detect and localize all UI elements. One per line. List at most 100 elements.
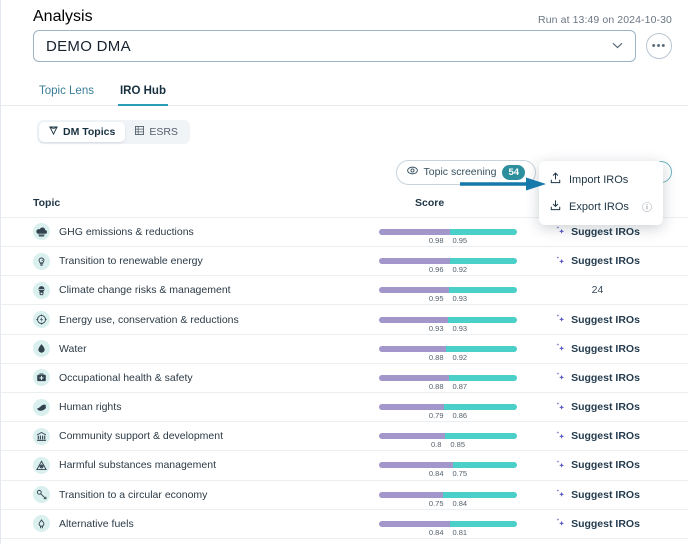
- action-cell: Suggest IROs: [523, 401, 672, 414]
- topic-name: Energy use, conservation & reductions: [59, 313, 239, 326]
- table-row[interactable]: Alternative fuels 0.84 0.81 Suggest IROs: [1, 508, 688, 538]
- score-bar-track: [379, 491, 517, 498]
- impact-score-value: 0.88: [428, 352, 444, 362]
- suggest-iros-button[interactable]: Suggest IROs: [555, 225, 640, 238]
- segment-esrs[interactable]: ESRS: [125, 122, 188, 142]
- score-values: 0.93 0.93: [373, 324, 523, 333]
- action-cell: Suggest IROs: [523, 488, 672, 501]
- upload-icon: [550, 172, 561, 187]
- score-bar-track: [379, 520, 517, 527]
- eye-icon: [406, 166, 418, 178]
- impact-score-value: 0.98: [428, 235, 444, 245]
- suggest-iros-label: Suggest IROs: [571, 225, 640, 238]
- topic-name: Transition to renewable energy: [59, 255, 203, 268]
- menu-item-import-iros[interactable]: Import IROs: [539, 166, 663, 193]
- impact-score-bar: [379, 374, 449, 381]
- impact-score-bar: [379, 228, 450, 235]
- suggest-iros-button[interactable]: Suggest IROs: [555, 430, 640, 443]
- topic-table-body: GHG emissions & reductions 0.98 0.95 Sugges…: [1, 216, 688, 544]
- table-row[interactable]: Climate change risks & management 0.95 0.9…: [1, 275, 688, 304]
- table-row[interactable]: Harmful substances management 0.84 0.75 Sug…: [1, 450, 688, 479]
- suggest-iros-button[interactable]: Suggest IROs: [555, 488, 640, 501]
- impact-score-bar: [379, 258, 451, 265]
- score-bar-track: [379, 228, 517, 235]
- suggest-iros-button[interactable]: Suggest IROs: [555, 371, 640, 384]
- score-cell: 0.88 0.87: [373, 374, 523, 391]
- menu-item-export-iros[interactable]: Export IROs ⓘ: [539, 193, 663, 220]
- topic-name: Transition to a circular economy: [59, 488, 208, 501]
- score-cell: 0.96 0.92: [373, 258, 523, 274]
- financial-score-value: 0.87: [452, 381, 468, 391]
- table-row[interactable]: Human rights 0.79 0.86 Suggest IROs: [1, 392, 688, 421]
- score-values: 0.75 0.84: [373, 499, 523, 508]
- action-cell: Suggest IROs: [523, 255, 672, 268]
- suggest-iros-button[interactable]: Suggest IROs: [555, 517, 640, 530]
- score-values: 0.96 0.92: [373, 265, 523, 274]
- iro-count[interactable]: 24: [592, 284, 604, 296]
- action-cell: Suggest IROs: [523, 459, 672, 472]
- financial-score-bar: [448, 374, 517, 381]
- impact-score-value: 0.93: [428, 323, 444, 333]
- suggest-iros-label: Suggest IROs: [571, 313, 640, 326]
- topic-name: Water: [59, 342, 87, 355]
- diamond-icon: [49, 126, 58, 138]
- view-segmented-control: DM Topics ESRS: [37, 120, 190, 144]
- score-cell: 0.88 0.92: [373, 345, 523, 362]
- suggest-iros-button[interactable]: Suggest IROs: [555, 459, 640, 472]
- more-options-button[interactable]: •••: [646, 33, 672, 59]
- table-row[interactable]: Energy use, conservation & reductions 0.9…: [1, 304, 688, 333]
- action-cell: Suggest IROs: [523, 313, 672, 326]
- financial-score-value: 0.95: [452, 235, 468, 245]
- info-icon[interactable]: ⓘ: [642, 199, 652, 214]
- table-row[interactable]: Fair & inclusive workplace0.80.83Suggest…: [1, 537, 688, 544]
- topic-cell: Transition to a circular economy: [33, 486, 373, 504]
- action-cell: Suggest IROs: [523, 371, 672, 384]
- suggest-iros-button[interactable]: Suggest IROs: [555, 401, 640, 414]
- suggest-iros-button[interactable]: Suggest IROs: [555, 313, 640, 326]
- table-row[interactable]: Transition to renewable energy 0.96 0.92 Su…: [1, 246, 688, 275]
- topic-cell: Water: [33, 340, 373, 358]
- impact-score-value: 0.8: [430, 440, 442, 450]
- sparkle-icon: [555, 342, 566, 355]
- menu-item-import-label: Import IROs: [569, 173, 629, 186]
- score-cell: 0.98 0.95: [373, 228, 523, 245]
- suggest-iros-label: Suggest IROs: [571, 459, 640, 472]
- sparkle-icon: [555, 371, 566, 384]
- impact-score-value: 0.75: [428, 498, 444, 508]
- financial-score-value: 0.92: [452, 352, 468, 362]
- analysis-label: Analysis: [33, 8, 93, 25]
- recycle-icon: [33, 486, 50, 504]
- score-bar-track: [379, 258, 517, 265]
- action-cell: Suggest IROs: [523, 342, 672, 355]
- hazard-icon: [33, 456, 50, 474]
- suggest-iros-label: Suggest IROs: [571, 342, 640, 355]
- table-row[interactable]: Community support & development 0.8 0.85 Su…: [1, 421, 688, 450]
- annotation-arrow: [460, 177, 546, 191]
- analysis-select[interactable]: DEMO DMA: [33, 30, 636, 62]
- topic-cell: Community support & development: [33, 427, 373, 445]
- impact-score-bar: [379, 316, 448, 323]
- sparkle-icon: [555, 459, 566, 472]
- table-row[interactable]: Water 0.88 0.92 Suggest IROs: [1, 333, 688, 363]
- score-cell: 0.79 0.86: [373, 404, 523, 420]
- financial-score-value: 0.93: [452, 323, 468, 333]
- action-cell: Suggest IROs: [523, 225, 672, 238]
- menu-item-export-label: Export IROs: [569, 200, 629, 213]
- segment-dm-topics-label: DM Topics: [63, 126, 116, 138]
- tab-iro-hub[interactable]: IRO Hub: [117, 81, 168, 106]
- segment-dm-topics[interactable]: DM Topics: [39, 122, 126, 142]
- sparkle-icon: [555, 488, 566, 501]
- suggest-iros-button[interactable]: Suggest IROs: [555, 342, 640, 355]
- table-row[interactable]: Occupational health & safety 0.88 0.87 Sugg…: [1, 362, 688, 392]
- table-row[interactable]: Transition to a circular economy 0.75 0.84…: [1, 479, 688, 509]
- energy-icon: [33, 311, 50, 329]
- financial-score-bar: [448, 316, 517, 323]
- score-bar-track: [379, 404, 517, 411]
- score-values: 0.84 0.81: [373, 528, 523, 537]
- score-cell: 0.95 0.93: [373, 287, 523, 303]
- topic-name: GHG emissions & reductions: [59, 225, 194, 238]
- suggest-iros-button[interactable]: Suggest IROs: [555, 255, 640, 268]
- financial-score-value: 0.93: [452, 294, 468, 304]
- tab-topic-lens[interactable]: Topic Lens: [37, 81, 96, 106]
- analysis-select-row: DEMO DMA •••: [1, 26, 688, 62]
